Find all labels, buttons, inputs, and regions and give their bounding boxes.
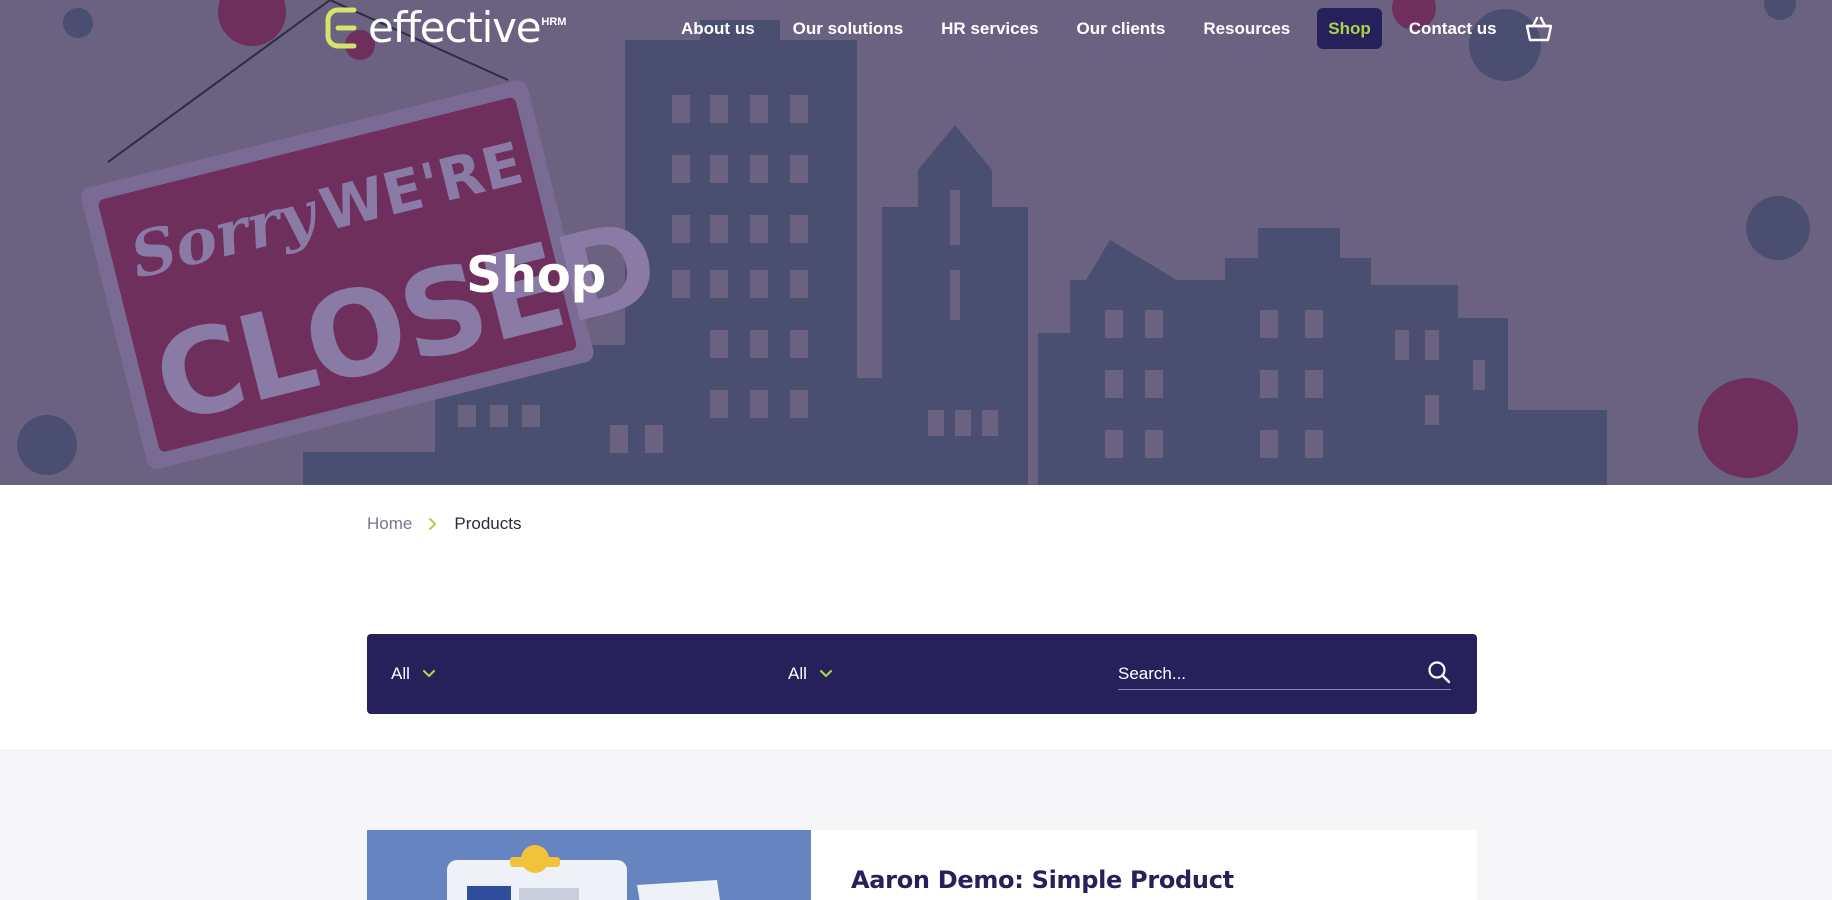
logo-mark-icon [325, 7, 357, 49]
nav-item-our-solutions[interactable]: Our solutions [793, 19, 904, 39]
nav-item-shop[interactable]: Shop [1317, 8, 1382, 49]
logo-suffix: HRM [541, 16, 567, 28]
breadcrumb-home-link[interactable]: Home [367, 514, 412, 534]
product-thumbnail[interactable] [367, 830, 811, 900]
hero-banner: Sorry WE'RE CLOSED Shop [0, 0, 1832, 485]
type-filter-select[interactable]: All [788, 634, 833, 714]
brand-logo[interactable]: effective HRM [324, 4, 566, 52]
nav-item-hr-services[interactable]: HR services [941, 19, 1038, 39]
basket-icon[interactable] [1524, 14, 1554, 44]
product-card[interactable]: Aaron Demo: Simple Product [367, 830, 1477, 900]
nav-item-contact-us[interactable]: Contact us [1409, 19, 1497, 39]
nav-item-resources[interactable]: Resources [1203, 19, 1290, 39]
nav-item-about-us[interactable]: About us [681, 19, 755, 39]
breadcrumb: Home Products [367, 514, 521, 534]
type-filter-value: All [788, 664, 807, 683]
hero-illustration: Sorry WE'RE CLOSED [17, 0, 1810, 485]
product-thumbnail-illustration [447, 845, 720, 900]
search-input[interactable] [1118, 658, 1408, 689]
chevron-right-icon [429, 518, 437, 530]
main-nav: About us Our solutions HR services Our c… [662, 8, 1554, 49]
product-filter-bar: All All [367, 634, 1477, 714]
breadcrumb-current: Products [454, 514, 522, 533]
page-title: Shop [466, 246, 606, 304]
category-filter-select[interactable]: All [391, 634, 436, 714]
product-title[interactable]: Aaron Demo: Simple Product [851, 866, 1234, 894]
chevron-down-icon [819, 669, 833, 678]
nav-item-our-clients[interactable]: Our clients [1077, 19, 1166, 39]
logo-wordmark: effective [368, 3, 542, 52]
search-icon[interactable] [1427, 660, 1451, 684]
chevron-down-icon [422, 669, 436, 678]
search-field [1118, 658, 1451, 690]
category-filter-value: All [391, 664, 410, 683]
